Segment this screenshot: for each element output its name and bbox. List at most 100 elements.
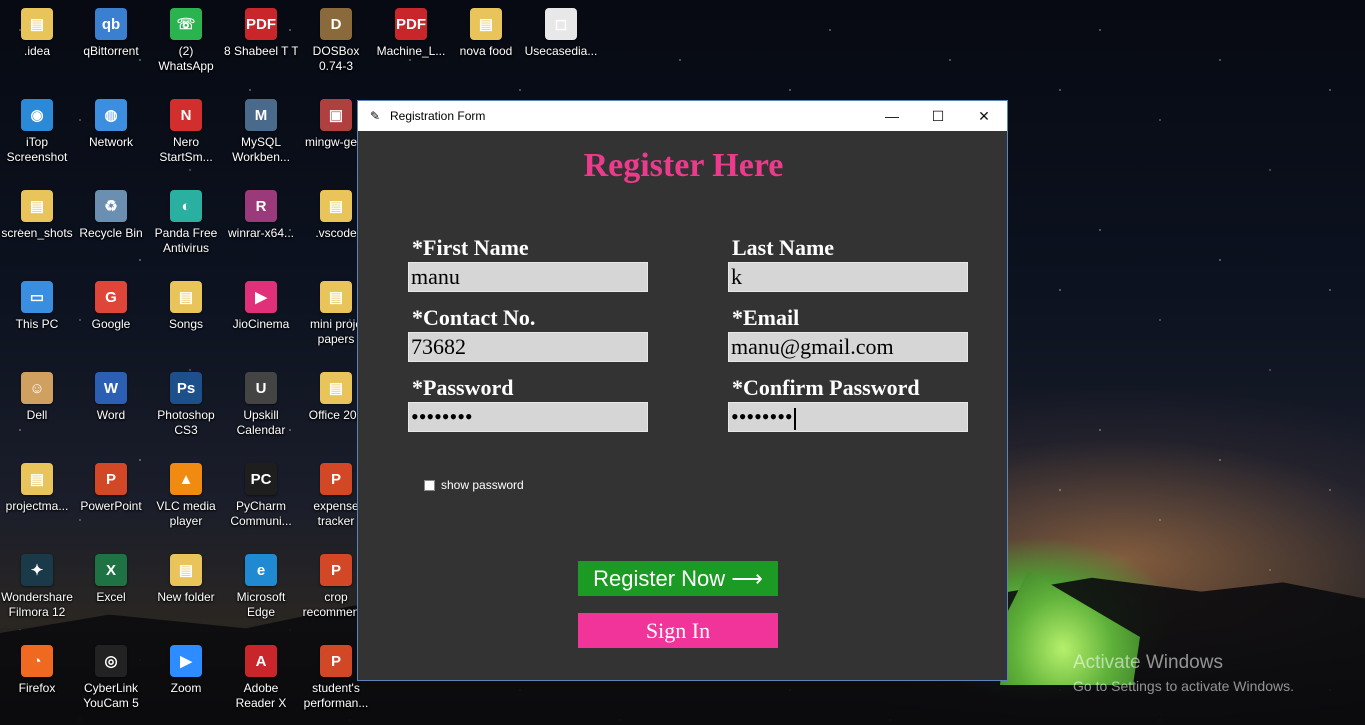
app-icon: PDF <box>245 8 277 40</box>
desktop-icon-this-pc[interactable]: ▭ This PC <box>0 281 74 332</box>
desktop-icon-word[interactable]: W Word <box>74 372 148 423</box>
desktop-icon-winrar-x64[interactable]: Rwinrar-x64... <box>224 190 298 241</box>
app-icon: ◎ <box>95 645 127 677</box>
app-icon: ▲ <box>170 463 202 495</box>
registration-window: ✎ Registration Form — ☐ ✕ Register Here … <box>357 100 1008 681</box>
app-icon: ☺ <box>21 372 53 404</box>
desktop-icon-label: Filmora 12 <box>8 605 66 619</box>
desktop-icon-idea[interactable]: ▤ .idea <box>0 8 74 59</box>
contact-label: *Contact No. <box>412 305 536 330</box>
app-icon: ◉ <box>21 99 53 131</box>
desktop-icon-label: 8 Shabeel T T <box>224 44 298 58</box>
app-icon: ◻ <box>545 8 577 40</box>
app-icon: ▤ <box>320 190 352 222</box>
app-icon: ▶ <box>170 645 202 677</box>
confirm-password-input[interactable]: •••••••• <box>728 402 968 432</box>
app-icon: R <box>245 190 277 222</box>
desktop-icon-label: Google <box>91 317 131 331</box>
desktop-icon-microsoft-edge[interactable]: e Microsoft Edge <box>224 554 298 620</box>
desktop-icon-label: screen_shots <box>1 226 73 240</box>
desktop-icon-label: iTop <box>25 135 48 149</box>
desktop-icon-label: Edge <box>246 605 276 619</box>
desktop-icon-dell[interactable]: ☺ Dell <box>0 372 74 423</box>
email-input[interactable]: manu@gmail.com <box>728 332 968 362</box>
desktop-icon-label: Reader X <box>235 696 287 710</box>
title-bar[interactable]: ✎ Registration Form — ☐ ✕ <box>358 101 1007 131</box>
password-label: *Password <box>412 375 514 400</box>
desktop-icon-mysql-workben[interactable]: M MySQL Workben... <box>224 99 298 165</box>
password-input[interactable]: •••••••• <box>408 402 648 432</box>
app-icon: P <box>320 554 352 586</box>
desktop-icon-songs[interactable]: ▤ Songs <box>149 281 223 332</box>
desktop-icon-photoshop-cs3[interactable]: Ps Photoshop CS3 <box>149 372 223 438</box>
desktop-icon-screenshots[interactable]: ▤ screen_shots <box>0 190 74 241</box>
app-icon: e <box>245 554 277 586</box>
close-button[interactable]: ✕ <box>961 101 1007 131</box>
app-icon: ▶ <box>245 281 277 313</box>
desktop-icon-nero-startsm[interactable]: N Nero StartSm... <box>149 99 223 165</box>
app-icon: P <box>95 463 127 495</box>
desktop-icon-qbittorrent[interactable]: qb qBittorrent <box>74 8 148 59</box>
first-name-input[interactable]: manu <box>408 262 648 292</box>
app-icon: ◍ <box>95 99 127 131</box>
app-icon: U <box>245 372 277 404</box>
app-icon: ☏ <box>170 8 202 40</box>
desktop-icon-label: Excel <box>96 590 126 604</box>
desktop-icon-cyberlink-youcam-5[interactable]: ◎ CyberLink YouCam 5 <box>74 645 148 711</box>
app-icon: ▤ <box>320 281 352 313</box>
desktop-icon-adobe-reader-x[interactable]: A Adobe Reader X <box>224 645 298 711</box>
desktop-icon-powerpoint[interactable]: P PowerPoint <box>74 463 148 514</box>
desktop-icon-vlc-media-player[interactable]: ▲ VLC media player <box>149 463 223 529</box>
app-icon: Ps <box>170 372 202 404</box>
desktop-icon-label: MySQL <box>240 135 281 149</box>
desktop-icon-firefox[interactable]: ◔ Firefox <box>0 645 74 696</box>
desktop-icon-label: Wondershare <box>1 590 73 604</box>
last-name-label: Last Name <box>732 235 835 260</box>
desktop-icon-label: projectma... <box>5 499 69 513</box>
desktop-icon-nova-food[interactable]: ▤ nova food <box>449 8 523 59</box>
email-label: *Email <box>732 305 800 330</box>
desktop-icon-network[interactable]: ◍ Network <box>74 99 148 150</box>
minimize-button[interactable]: — <box>869 101 915 131</box>
app-icon: ▤ <box>170 554 202 586</box>
desktop-icon-new-folder[interactable]: ▤ New folder <box>149 554 223 605</box>
desktop-icon-wondershare-filmora-12[interactable]: ✦ Wondershare Filmora 12 <box>0 554 74 620</box>
desktop-icon-excel[interactable]: X Excel <box>74 554 148 605</box>
show-password-label: show password <box>441 478 524 492</box>
desktop-icon-label: student's <box>312 681 360 695</box>
app-icon: N <box>170 99 202 131</box>
desktop-icon-pycharm-communi[interactable]: PC PyCharm Communi... <box>224 463 298 529</box>
form-heading: Register Here <box>583 147 784 184</box>
desktop-icon-dosbox-074-3[interactable]: D DOSBox 0.74-3 <box>299 8 373 74</box>
app-icon: ▤ <box>21 8 53 40</box>
desktop-icon-label: winrar-x64... <box>227 226 295 240</box>
desktop-icon-jiocinema[interactable]: ▶ JioCinema <box>224 281 298 332</box>
desktop-icon-2-whatsapp[interactable]: ☏ (2) WhatsApp <box>149 8 223 74</box>
desktop-icon-label: DOSBox <box>312 44 360 58</box>
desktop-icon-usecasedia[interactable]: ◻ Usecasedia... <box>524 8 598 59</box>
desktop-icon-google[interactable]: G Google <box>74 281 148 332</box>
desktop-icon-upskill-calendar[interactable]: U Upskill Calendar <box>224 372 298 438</box>
app-icon: D <box>320 8 352 40</box>
desktop-icon-zoom[interactable]: ▶ Zoom <box>149 645 223 696</box>
contact-input[interactable]: 73682 <box>408 332 648 362</box>
sign-in-button[interactable]: Sign In <box>578 613 778 648</box>
register-now-button[interactable]: Register Now ⟶ <box>578 561 778 596</box>
confirm-password-label: *Confirm Password <box>732 375 920 400</box>
last-name-input[interactable]: k <box>728 262 968 292</box>
desktop-icon-label: Zoom <box>170 681 202 695</box>
desktop-icon-recycle-bin[interactable]: ♻ Recycle Bin <box>74 190 148 241</box>
desktop-icon-8-shabeel-t-t[interactable]: PDF 8 Shabeel T T <box>224 8 298 59</box>
app-icon: ▤ <box>470 8 502 40</box>
desktop-icon-itop-screenshot[interactable]: ◉ iTop Screenshot <box>0 99 74 165</box>
desktop-icon-label: Nero <box>172 135 199 149</box>
desktop-icon-projectma[interactable]: ▤ projectma... <box>0 463 74 514</box>
maximize-button[interactable]: ☐ <box>915 101 961 131</box>
show-password-toggle[interactable]: show password <box>424 478 524 492</box>
desktop-icon-machinel[interactable]: PDF Machine_L... <box>374 8 448 59</box>
desktop-icon-panda-free-antivirus[interactable]: ◐ Panda Free Antivirus <box>149 190 223 256</box>
window-title: Registration Form <box>390 109 486 123</box>
app-icon: ♻ <box>95 190 127 222</box>
show-password-checkbox[interactable] <box>424 479 435 491</box>
app-icon: P <box>320 463 352 495</box>
